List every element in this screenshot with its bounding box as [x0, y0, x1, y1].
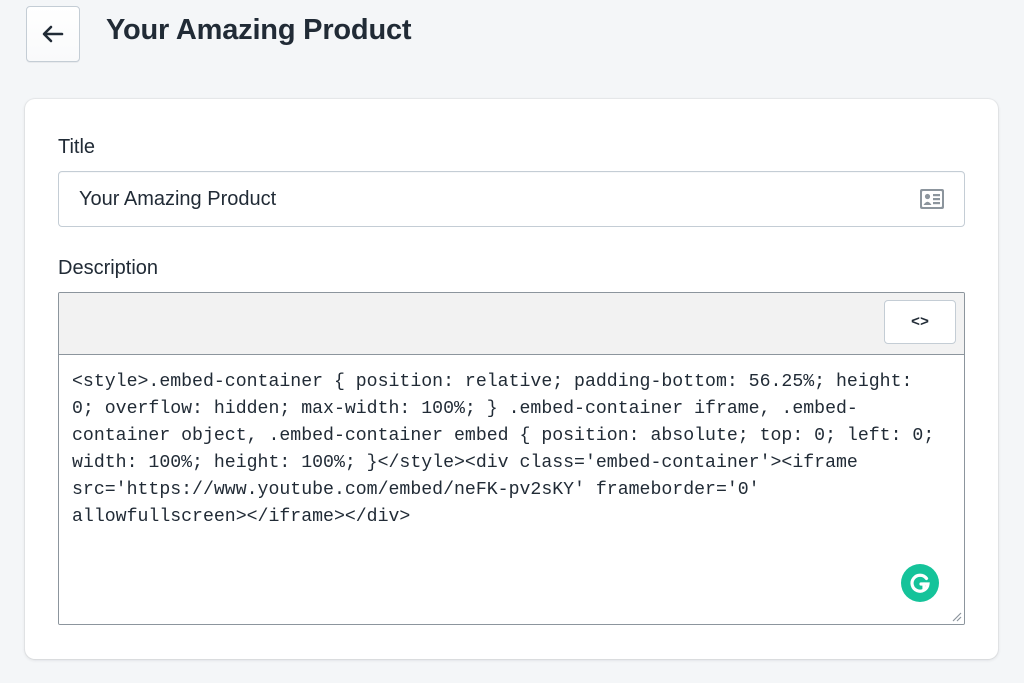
- resize-handle-icon[interactable]: [950, 610, 962, 622]
- arrow-left-icon: [42, 25, 64, 43]
- grammarly-button[interactable]: [901, 564, 939, 602]
- description-editor: <>: [58, 292, 965, 625]
- description-html-textarea[interactable]: [59, 355, 964, 624]
- product-details-card: Title Description <>: [25, 99, 998, 659]
- editor-toolbar: <>: [59, 293, 964, 355]
- page-title: Your Amazing Product: [106, 14, 412, 46]
- title-label: Title: [58, 136, 96, 158]
- title-field[interactable]: [58, 171, 965, 227]
- contact-card-icon[interactable]: [919, 188, 945, 210]
- description-label: Description: [58, 257, 159, 279]
- grammarly-icon: [910, 573, 930, 593]
- back-button[interactable]: [26, 6, 80, 62]
- page-header: Your Amazing Product: [0, 0, 1024, 70]
- title-input[interactable]: [59, 172, 909, 226]
- show-html-button[interactable]: <>: [884, 300, 956, 344]
